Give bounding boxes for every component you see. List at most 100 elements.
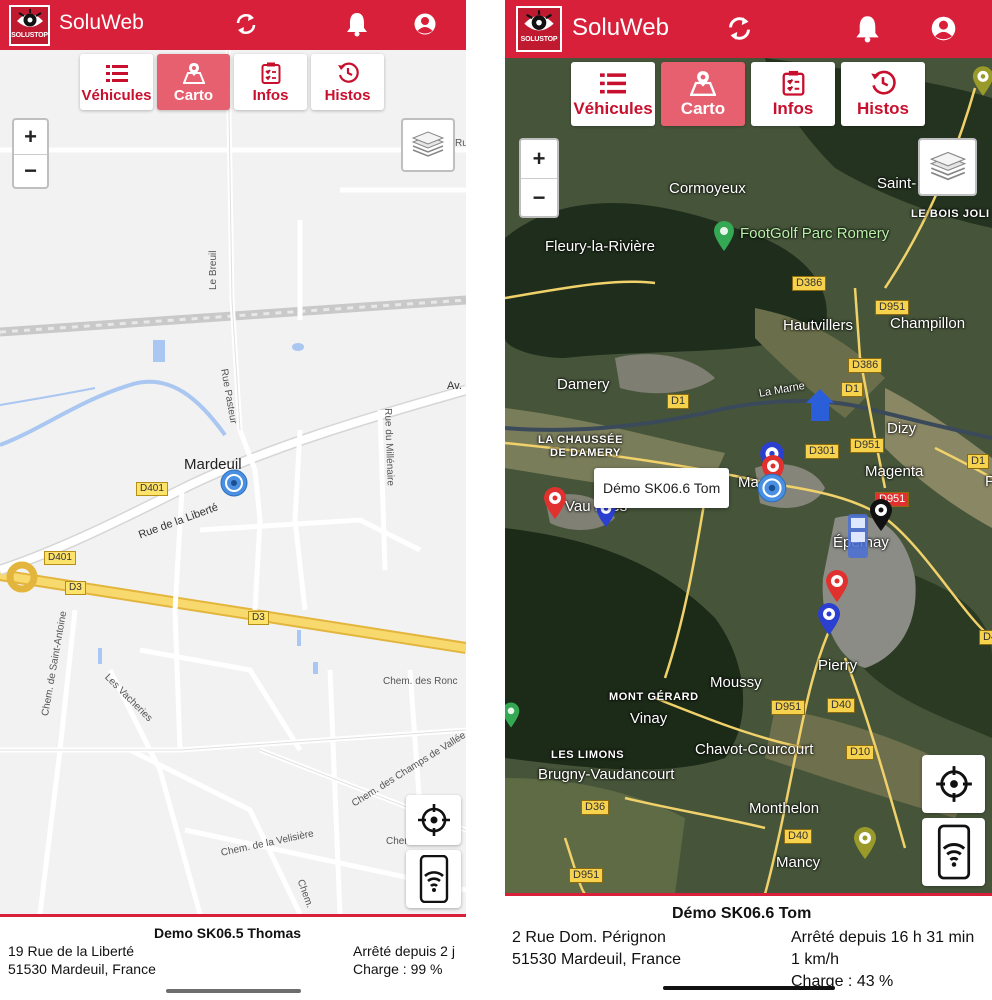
place-label: Vinay [630, 710, 668, 727]
refresh-icon[interactable] [726, 15, 753, 42]
road-badge: D386 [792, 276, 827, 291]
logo-text: SOLUSTOP [11, 32, 48, 39]
road-badge: D1 [967, 454, 990, 469]
road-badge: D301 [805, 444, 840, 459]
crosshair-icon [935, 766, 972, 802]
zoom-control: + − [12, 118, 49, 189]
vehicle-marker-icon[interactable] [219, 468, 249, 498]
vehicle-pin-icon[interactable] [824, 569, 850, 603]
vehicle-cluster-icon[interactable] [846, 514, 870, 560]
layers-icon [411, 131, 445, 157]
right-phone-screen: SOLUSTOP SoluWeb Véhicules Carto Infos H… [505, 0, 992, 1000]
vehicle-info-footer: Démo SK06.6 Tom 2 Rue Dom. Pérignon 5153… [505, 893, 992, 1000]
refresh-icon[interactable] [234, 12, 258, 36]
street-label: Le Breuil [208, 250, 219, 290]
place-label: Mancy [776, 854, 821, 871]
clipboard-icon [782, 70, 804, 96]
zoom-out-button[interactable]: − [521, 178, 557, 216]
phone-signal-icon [419, 855, 448, 903]
left-phone-screen: SOLUSTOP SoluWeb Véhicules Carto Infos H… [0, 0, 466, 1000]
app-header: SOLUSTOP SoluWeb [505, 0, 992, 58]
place-label: Pierry [818, 657, 858, 674]
tab-histos[interactable]: Histos [841, 62, 925, 126]
list-icon [105, 65, 128, 82]
clipboard-icon [261, 62, 280, 84]
street-label: Av. [447, 380, 462, 392]
poi-pin-icon[interactable] [712, 220, 736, 252]
road-badge: D951 [771, 700, 806, 715]
layers-button[interactable] [918, 138, 977, 196]
road-badge: D951 [569, 868, 604, 883]
bell-icon[interactable] [854, 14, 881, 43]
view-tabs: Véhicules Carto Infos Histos [571, 62, 925, 126]
home-marker-icon[interactable] [805, 388, 835, 422]
tab-carto[interactable]: Carto [157, 54, 230, 110]
locate-button[interactable] [922, 755, 985, 813]
tab-histos[interactable]: Histos [311, 54, 384, 110]
signal-button[interactable] [922, 818, 985, 886]
solustop-logo: SOLUSTOP [516, 6, 562, 52]
street-label: Chem. des Ronc [383, 676, 458, 687]
vehicle-pin-icon[interactable] [868, 498, 894, 532]
vehicle-pin-icon[interactable] [852, 826, 878, 860]
map-icon [690, 71, 716, 96]
zoom-control: + − [519, 138, 559, 218]
tab-vehicules[interactable]: Véhicules [80, 54, 153, 110]
vehicle-pin-icon[interactable] [816, 602, 842, 636]
place-label: Dizy [887, 420, 917, 437]
vehicle-tooltip: Démo SK06.6 Tom [594, 468, 730, 508]
satellite-map[interactable]: Véhicules Carto Infos Histos + − Cormoye… [505, 58, 992, 894]
tab-infos[interactable]: Infos [751, 62, 835, 126]
place-label: Magenta [865, 463, 924, 480]
zoom-in-button[interactable]: + [14, 120, 47, 154]
place-label: LES LIMONS [551, 749, 625, 761]
logo-text: SOLUSTOP [520, 36, 558, 43]
place-label: Saint- [877, 175, 917, 192]
tab-infos[interactable]: Infos [234, 54, 307, 110]
user-icon[interactable] [930, 15, 957, 42]
vehicle-name: Demo SK06.5 Thomas [154, 925, 302, 941]
road-badge: D401 [44, 551, 76, 565]
poi-pin-icon[interactable] [505, 700, 521, 730]
place-label: F [985, 473, 992, 490]
zoom-in-button[interactable]: + [521, 140, 557, 178]
home-indicator [166, 989, 301, 993]
road-badge: D40 [827, 698, 856, 713]
tab-label: Carto [680, 99, 726, 118]
road-badge: D3 [65, 581, 86, 595]
road-badge: D951 [875, 300, 910, 315]
place-label: Monthelon [749, 800, 820, 817]
history-icon [871, 70, 896, 95]
tab-vehicules[interactable]: Véhicules [571, 62, 655, 126]
zoom-out-button[interactable]: − [14, 153, 47, 188]
locate-button[interactable] [406, 795, 461, 845]
place-label: Fleury-la-Rivière [545, 238, 656, 255]
charge-text: Charge : 99 % [353, 961, 443, 977]
bell-icon[interactable] [345, 11, 369, 37]
eye-logo-icon [16, 9, 43, 27]
layers-icon [929, 151, 966, 181]
road-badge: D10 [846, 745, 875, 760]
address-line-1: 19 Rue de la Liberté [8, 943, 135, 959]
place-label: Brugny-Vaudancourt [538, 766, 675, 783]
tab-label: Véhicules [81, 87, 152, 104]
signal-button[interactable] [406, 850, 461, 908]
vehicle-pin-icon[interactable] [971, 64, 992, 98]
street-map[interactable]: Véhicules Carto Infos Histos + − Mardeui… [0, 50, 466, 914]
layers-button[interactable] [401, 118, 455, 172]
street-label: Ru [455, 138, 466, 149]
status-text: Arrêté depuis 16 h 31 min [791, 929, 975, 946]
map-icon [182, 63, 205, 84]
status-text: Arrêté depuis 2 j [353, 943, 455, 959]
vehicle-marker-icon[interactable] [756, 472, 788, 504]
app-title: SoluWeb [572, 14, 669, 41]
speed-text: 1 km/h [791, 951, 840, 968]
road-badge: D4 [979, 630, 992, 645]
tab-carto[interactable]: Carto [661, 62, 745, 126]
user-icon[interactable] [413, 12, 437, 36]
road-badge: D40 [784, 829, 813, 844]
address-line-2: 51530 Mardeuil, France [512, 951, 681, 968]
vehicle-pin-icon[interactable] [542, 486, 568, 520]
crosshair-icon [417, 804, 450, 836]
solustop-logo: SOLUSTOP [9, 5, 50, 46]
